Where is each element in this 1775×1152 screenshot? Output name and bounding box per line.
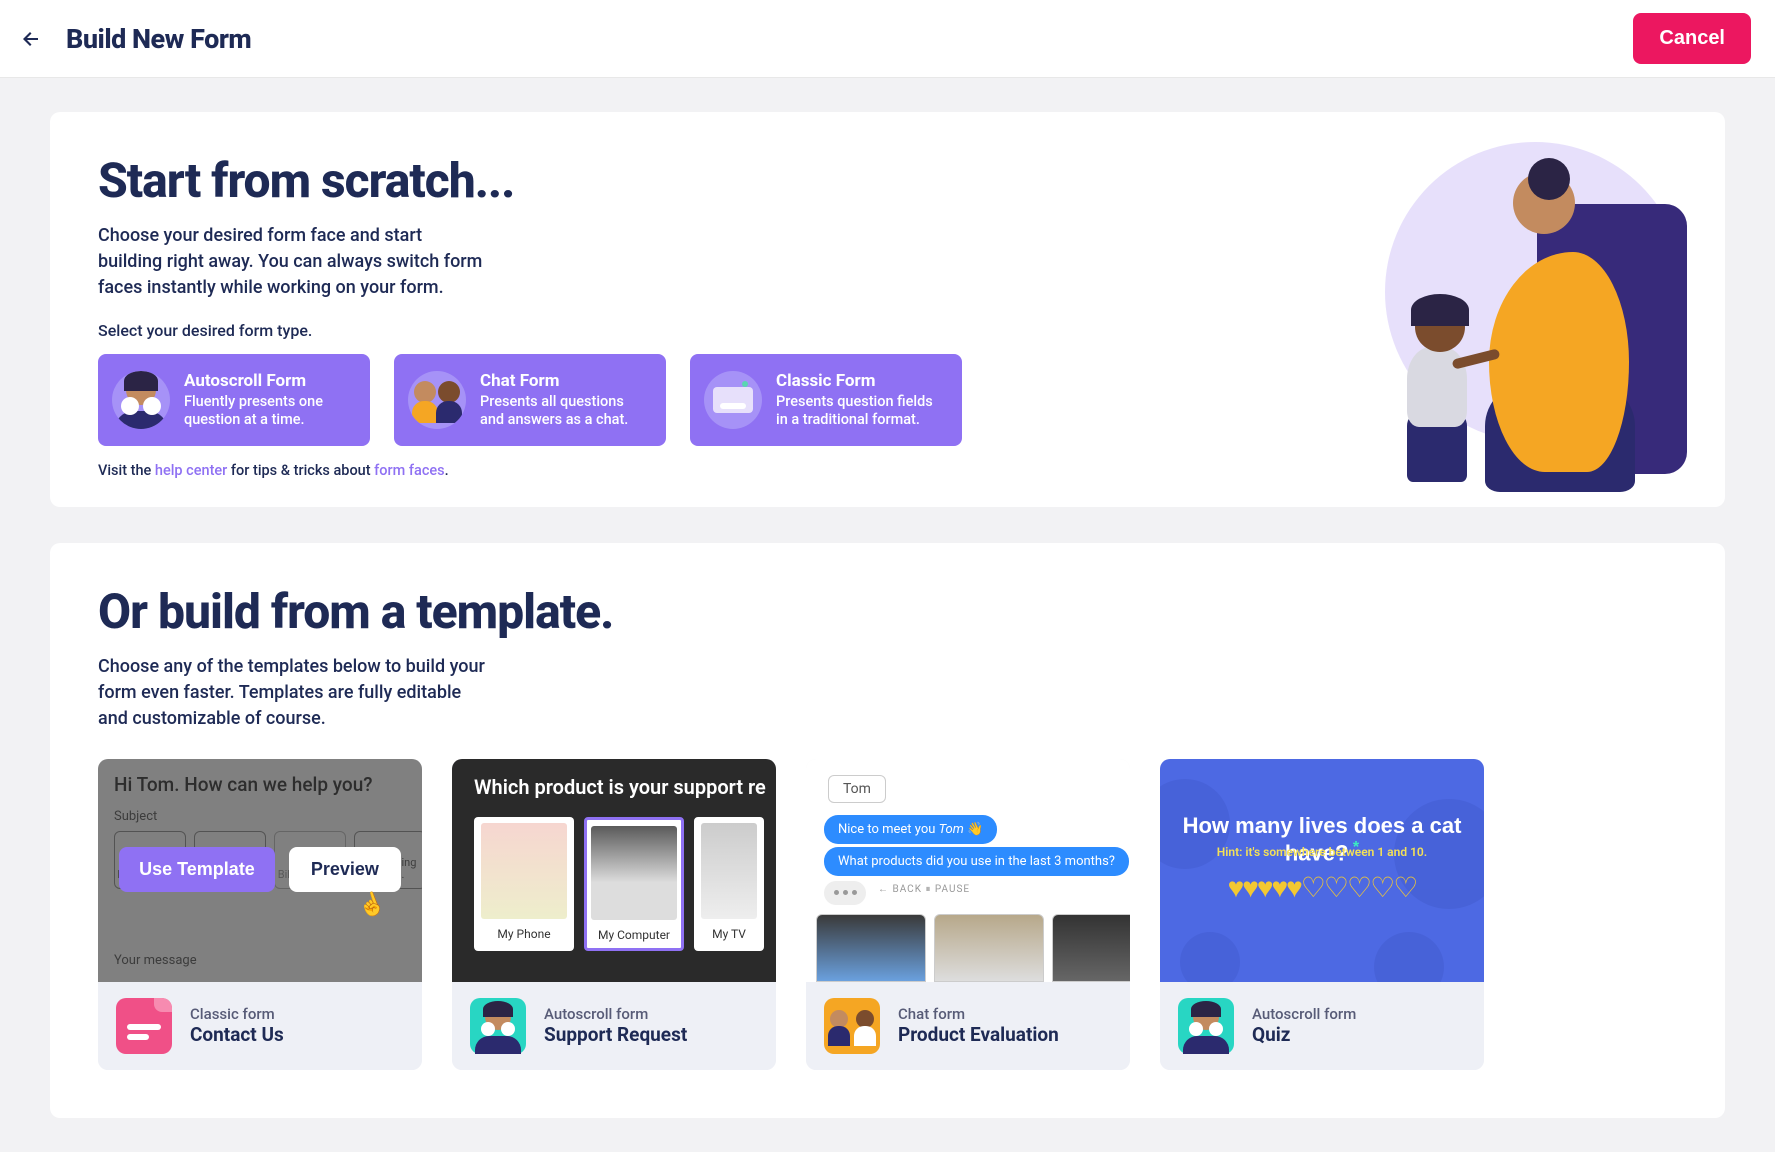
- preview-hint: Hint: it's somewhere between 1 and 10.: [1160, 845, 1484, 859]
- form-type-text: Classic Form Presents question fields in…: [776, 371, 944, 429]
- template-footer: Chat form Product Evaluation: [806, 982, 1130, 1070]
- template-footer-text: Chat form Product Evaluation: [898, 1005, 1059, 1046]
- template-preview: How many lives does a cat have? * Hint: …: [1160, 759, 1484, 982]
- template-card-support-request[interactable]: Which product is your support re My Phon…: [452, 759, 776, 1070]
- form-type-chat[interactable]: Chat Form Presents all questions and ans…: [394, 354, 666, 446]
- chat-icon: [408, 371, 466, 429]
- heart-empty-icon: ♡♡♡♡♡: [1301, 871, 1417, 904]
- form-type-classic[interactable]: Classic Form Presents question fields in…: [690, 354, 962, 446]
- product-label: My Phone: [497, 927, 550, 941]
- form-type-text: Autoscroll Form Fluently presents one qu…: [184, 371, 352, 429]
- template-title: Contact Us: [190, 1023, 284, 1046]
- template-preview: Which product is your support re My Phon…: [452, 759, 776, 982]
- template-footer-text: Classic form Contact Us: [190, 1005, 284, 1046]
- back-arrow-button[interactable]: [18, 26, 44, 52]
- preview-hearts: ♥♥♥♥♥♡♡♡♡♡: [1160, 871, 1484, 904]
- preview-headline: Which product is your support re: [474, 775, 766, 799]
- heart-filled-icon: ♥♥♥♥♥: [1228, 871, 1301, 904]
- scratch-lead: Choose your desired form face and start …: [98, 223, 488, 301]
- bubble-text: Nice to meet you: [838, 822, 939, 837]
- use-template-button[interactable]: Use Template: [119, 847, 275, 892]
- bubble-name: Tom: [939, 822, 964, 837]
- template-category: Chat form: [898, 1005, 1059, 1023]
- autoscroll-icon: [112, 371, 170, 429]
- preview-nav-hint: ← BACK ⏸ PAUSE: [878, 884, 970, 895]
- bubble-emoji: 👋: [964, 822, 983, 837]
- autoscroll-form-icon: [470, 998, 526, 1054]
- cancel-button[interactable]: Cancel: [1633, 13, 1751, 64]
- preview-products: My Phone My Computer My TV: [474, 817, 764, 951]
- template-preview: Tom Nice to meet you Tom 👋 What products…: [806, 759, 1130, 982]
- preview-chat-bubble: What products did you use in the last 3 …: [824, 847, 1129, 876]
- template-card-quiz[interactable]: How many lives does a cat have? * Hint: …: [1160, 759, 1484, 1070]
- footnote-text: for tips & tricks about: [227, 462, 374, 479]
- form-faces-link[interactable]: form faces: [374, 462, 444, 479]
- templates-heading: Or build from a template.: [98, 583, 1677, 640]
- scratch-panel: Start from scratch... Choose your desire…: [50, 112, 1725, 507]
- preview-name-chip: Tom: [828, 775, 886, 803]
- product-label: My TV: [712, 927, 746, 941]
- template-footer-text: Autoscroll form Quiz: [1252, 1005, 1356, 1046]
- preview-template-button[interactable]: Preview: [289, 847, 401, 892]
- page-content: Start from scratch... Choose your desire…: [0, 78, 1775, 1152]
- form-type-desc: Presents question fields in a traditiona…: [776, 393, 944, 429]
- scratch-heading: Start from scratch...: [98, 152, 1677, 209]
- footnote-text: Visit the: [98, 462, 155, 479]
- template-title: Quiz: [1252, 1023, 1356, 1046]
- form-type-title: Autoscroll Form: [184, 371, 352, 391]
- scratch-footnote: Visit the help center for tips & tricks …: [98, 462, 1677, 479]
- product-thumb-icon: [1052, 914, 1130, 982]
- typing-indicator-icon: [824, 881, 866, 905]
- template-footer: Autoscroll form Quiz: [1160, 982, 1484, 1070]
- templates-panel: Or build from a template. Choose any of …: [50, 543, 1725, 1117]
- product-thumb-icon: [816, 914, 926, 982]
- computer-image-icon: [591, 826, 677, 920]
- form-type-autoscroll[interactable]: Autoscroll Form Fluently presents one qu…: [98, 354, 370, 446]
- templates-lead: Choose any of the templates below to bui…: [98, 654, 488, 732]
- template-preview: Hi Tom. How can we help you? Subject Dai…: [98, 759, 422, 982]
- arrow-left-icon: [19, 27, 43, 51]
- preview-product: My Computer: [584, 817, 684, 951]
- footnote-text: .: [445, 462, 449, 479]
- autoscroll-form-icon: [1178, 998, 1234, 1054]
- classic-icon: [704, 371, 762, 429]
- form-type-desc: Presents all questions and answers as a …: [480, 393, 648, 429]
- template-footer: Classic form Contact Us: [98, 982, 422, 1070]
- product-thumb-icon: [934, 914, 1044, 982]
- chat-form-icon: [824, 998, 880, 1054]
- scratch-select-hint: Select your desired form type.: [98, 321, 1677, 340]
- template-category: Autoscroll form: [1252, 1005, 1356, 1023]
- help-center-link[interactable]: help center: [155, 462, 227, 479]
- form-type-title: Classic Form: [776, 371, 944, 391]
- template-card-product-evaluation[interactable]: Tom Nice to meet you Tom 👋 What products…: [806, 759, 1130, 1070]
- tv-image-icon: [701, 823, 757, 919]
- form-type-text: Chat Form Presents all questions and ans…: [480, 371, 648, 429]
- preview-product: My Phone: [474, 817, 574, 951]
- template-footer: Autoscroll form Support Request: [452, 982, 776, 1070]
- template-card-contact-us[interactable]: Hi Tom. How can we help you? Subject Dai…: [98, 759, 422, 1070]
- form-type-desc: Fluently presents one question at a time…: [184, 393, 352, 429]
- header-left: Build New Form: [18, 23, 251, 55]
- preview-product: My TV: [694, 817, 764, 951]
- classic-form-icon: [116, 998, 172, 1054]
- template-category: Classic form: [190, 1005, 284, 1023]
- template-hover-actions: Use Template Preview: [98, 847, 422, 892]
- template-title: Support Request: [544, 1023, 687, 1046]
- template-footer-text: Autoscroll form Support Request: [544, 1005, 687, 1046]
- page-title: Build New Form: [66, 23, 251, 55]
- product-label: My Computer: [598, 928, 670, 942]
- preview-product-thumbs: [816, 914, 1130, 982]
- templates-grid: Hi Tom. How can we help you? Subject Dai…: [98, 759, 1677, 1070]
- form-type-title: Chat Form: [480, 371, 648, 391]
- template-title: Product Evaluation: [898, 1023, 1059, 1046]
- header-bar: Build New Form Cancel: [0, 0, 1775, 78]
- form-type-row: Autoscroll Form Fluently presents one qu…: [98, 354, 1677, 446]
- template-category: Autoscroll form: [544, 1005, 687, 1023]
- phone-image-icon: [481, 823, 567, 919]
- preview-chat-bubble: Nice to meet you Tom 👋: [824, 815, 997, 844]
